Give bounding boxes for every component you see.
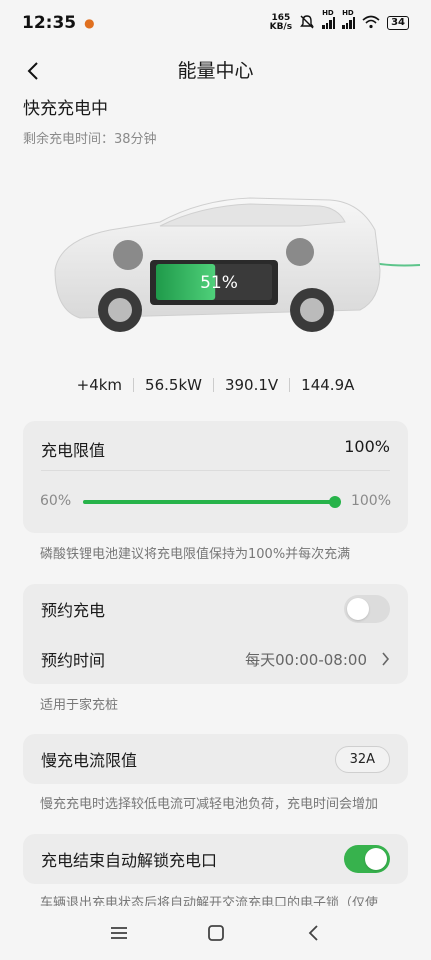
metric-voltage: 390.1V <box>224 376 279 394</box>
schedule-hint: 适用于家充桩 <box>40 698 119 713</box>
page-title: 能量中心 <box>177 60 254 82</box>
wifi-icon <box>362 15 380 32</box>
slider-min-label: 60% <box>40 493 72 509</box>
back-triangle-icon <box>308 925 318 941</box>
charge-limit-hint: 磷酸铁锂电池建议将充电限值保持为100%并每次充满 <box>40 547 351 562</box>
status-icons: 165 KB/s HD HD 34 <box>270 9 409 33</box>
charge-limit-title: 充电限值 <box>41 441 106 460</box>
car-image <box>54 197 421 332</box>
hd-label: HD <box>322 9 334 17</box>
slow-charge-row: 慢充电流限值 32A <box>41 734 390 784</box>
metric-range: +4km <box>76 376 123 394</box>
schedule-time-value: 每天00:00-08:00 <box>245 650 367 669</box>
metric-power: 56.5kW <box>145 376 202 394</box>
metric-current: 144.9A <box>301 376 355 394</box>
slider-thumb[interactable] <box>329 496 341 508</box>
battery-percent: 51% <box>200 273 238 293</box>
schedule-time-title: 预约时间 <box>41 651 106 670</box>
hd-label: HD <box>342 9 354 17</box>
auto-unlock-title: 充电结束自动解锁充电口 <box>41 851 218 870</box>
cell-signal-icon: HD <box>342 9 356 29</box>
car-windows <box>159 203 346 227</box>
toggle-knob <box>347 598 369 620</box>
schedule-title: 预约充电 <box>41 601 106 620</box>
network-speed-unit: KB/s <box>269 22 293 32</box>
charge-limit-card: 充电限值 100% 60% 100% <box>23 421 408 533</box>
menu-icon <box>110 927 127 939</box>
schedule-toggle-row: 预约充电 <box>41 584 390 634</box>
mute-icon <box>299 14 315 33</box>
notification-app-icon: ● <box>84 16 95 30</box>
slow-charge-card: 慢充电流限值 32A <box>23 734 408 784</box>
charge-limit-value: 100% <box>344 437 390 456</box>
battery-icon: 34 <box>387 16 409 30</box>
auto-unlock-toggle[interactable] <box>344 845 390 873</box>
home-square-icon <box>207 925 224 941</box>
slow-charge-title: 慢充电流限值 <box>41 751 138 770</box>
remaining-time: 剩余充电时间：38分钟 <box>23 132 157 147</box>
schedule-time-row[interactable]: 预约时间 每天00:00-08:00 <box>41 634 390 684</box>
nav-back-button[interactable] <box>295 915 331 951</box>
wheel-rear <box>290 288 334 332</box>
charge-limit-slider[interactable] <box>83 496 341 508</box>
auto-unlock-card: 充电结束自动解锁充电口 <box>23 834 408 884</box>
status-bar: 12:35 ● 165 KB/s HD HD 34 <box>0 0 431 46</box>
auto-unlock-row: 充电结束自动解锁充电口 <box>41 834 390 884</box>
home-button[interactable] <box>198 915 234 951</box>
system-nav-bar <box>0 906 431 960</box>
car-illustration: 51% <box>0 160 431 360</box>
wheel-front <box>98 288 142 332</box>
schedule-card: 预约充电 预约时间 每天00:00-08:00 <box>23 584 408 684</box>
slider-fill <box>83 500 335 504</box>
menu-button[interactable] <box>101 915 137 951</box>
header: 能量中心 <box>0 46 431 96</box>
charging-status: 快充充电中 <box>23 99 108 119</box>
schedule-toggle[interactable] <box>344 595 390 623</box>
network-speed: 165 KB/s <box>270 14 292 32</box>
cell-signal-icon: HD <box>322 9 336 29</box>
motor-rear <box>286 238 314 266</box>
motor-front <box>113 240 143 270</box>
slow-charge-current-button[interactable]: 32A <box>334 745 390 773</box>
status-time: 12:35 <box>22 13 77 33</box>
divider <box>41 470 390 471</box>
slider-max-label: 100% <box>350 493 391 509</box>
charging-metrics: +4km 56.5kW 390.1V 144.9A <box>0 376 431 394</box>
toggle-knob <box>365 848 387 870</box>
chevron-right-icon <box>382 652 390 666</box>
slow-charge-hint: 慢充充电时选择较低电流可减轻电池负荷，充电时间会增加 <box>40 797 379 812</box>
